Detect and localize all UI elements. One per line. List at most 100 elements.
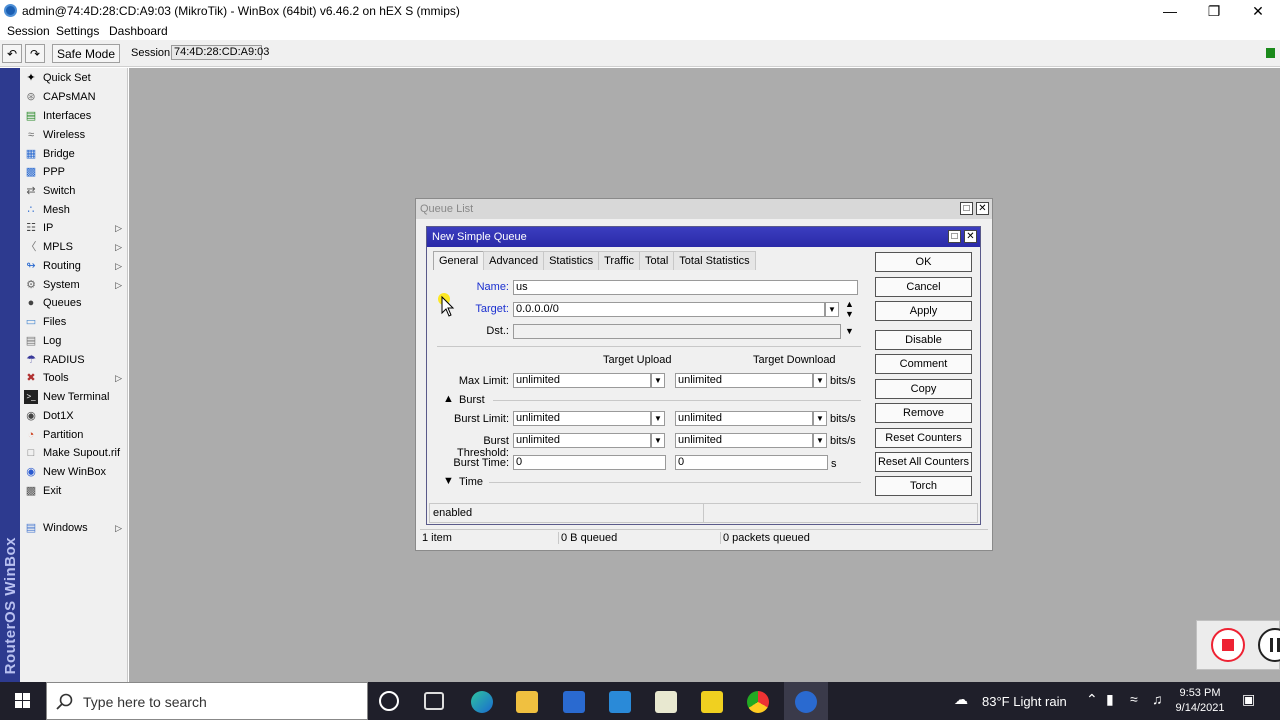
- burst-limit-download-dropdown[interactable]: ▼: [813, 411, 827, 426]
- menu-settings[interactable]: Settings: [56, 24, 99, 38]
- wifi-icon[interactable]: ≈: [1130, 691, 1138, 707]
- max-limit-download-input[interactable]: unlimited: [675, 373, 813, 388]
- start-button[interactable]: [0, 682, 46, 720]
- edge-browser-icon[interactable]: [471, 691, 493, 713]
- disable-button[interactable]: Disable: [875, 330, 972, 350]
- ok-button[interactable]: OK: [875, 252, 972, 272]
- name-input[interactable]: us: [513, 280, 858, 295]
- burst-limit-upload-input[interactable]: unlimited: [513, 411, 651, 426]
- winbox-taskbar-button[interactable]: [784, 682, 828, 720]
- remove-button[interactable]: Remove: [875, 403, 972, 423]
- redo-button[interactable]: ↷: [25, 44, 45, 63]
- queue-list-titlebar[interactable]: Queue List: [416, 199, 992, 219]
- file-explorer-icon[interactable]: [516, 691, 538, 713]
- sidebar-item-wireless[interactable]: ≈ Wireless: [24, 126, 126, 144]
- dialog-titlebar[interactable]: New Simple Queue: [427, 227, 980, 247]
- sidebar-item-partition[interactable]: ◔ Partition: [24, 426, 126, 444]
- store-icon[interactable]: [563, 691, 585, 713]
- burst-limit-upload-dropdown[interactable]: ▼: [651, 411, 665, 426]
- burst-time-download-input[interactable]: 0: [675, 455, 828, 470]
- target-dropdown-button[interactable]: ▼: [825, 302, 839, 317]
- burst-threshold-upload-dropdown[interactable]: ▼: [651, 433, 665, 448]
- tab-traffic[interactable]: Traffic: [598, 251, 641, 270]
- dst-input[interactable]: [513, 324, 841, 339]
- tab-total[interactable]: Total: [639, 251, 675, 270]
- sidebar-item-quick-set[interactable]: ✦ Quick Set: [24, 69, 126, 87]
- tab-general[interactable]: General: [433, 251, 485, 270]
- sidebar-item-tools[interactable]: ✖ Tools ▷: [24, 369, 126, 387]
- reset-all-counters-button[interactable]: Reset All Counters: [875, 452, 972, 472]
- chrome-icon[interactable]: [747, 691, 769, 713]
- sidebar-item-queues[interactable]: ● Queues: [24, 294, 126, 312]
- burst-time-upload-input[interactable]: 0: [513, 455, 666, 470]
- taskbar-search-box[interactable]: Type here to search: [46, 682, 368, 720]
- weather-text[interactable]: 83°F Light rain: [982, 694, 1067, 709]
- sidebar-item-bridge[interactable]: ▦ Bridge: [24, 145, 126, 163]
- close-icon[interactable]: ✕: [964, 230, 977, 243]
- menu-session[interactable]: Session: [7, 24, 50, 38]
- sidebar-item-make-supout[interactable]: □ Make Supout.rif: [24, 444, 126, 462]
- sidebar-item-log[interactable]: ▤ Log: [24, 332, 126, 350]
- sidebar-item-capsman[interactable]: ⊛ CAPsMAN: [24, 88, 126, 106]
- max-limit-download-dropdown[interactable]: ▼: [813, 373, 827, 388]
- max-limit-upload-dropdown[interactable]: ▼: [651, 373, 665, 388]
- sidebar-item-new-terminal[interactable]: >_ New Terminal: [24, 388, 126, 406]
- copy-button[interactable]: Copy: [875, 379, 972, 399]
- weather-icon[interactable]: ☁: [954, 691, 968, 708]
- burst-threshold-download-input[interactable]: unlimited: [675, 433, 813, 448]
- burst-section-label[interactable]: Burst: [459, 394, 485, 406]
- notepad-icon[interactable]: [655, 691, 677, 713]
- maximize-icon[interactable]: □: [960, 202, 973, 215]
- sidebar-item-mesh[interactable]: ∴ Mesh: [24, 201, 126, 219]
- tab-advanced[interactable]: Advanced: [483, 251, 545, 270]
- session-field[interactable]: 74:4D:28:CD:A9:03: [171, 45, 269, 60]
- sidebar-item-new-winbox[interactable]: ◉ New WinBox: [24, 463, 126, 481]
- collapse-icon[interactable]: ▲: [443, 393, 454, 405]
- sidebar-item-switch[interactable]: ⇄ Switch: [24, 182, 126, 200]
- sidebar-item-ppp[interactable]: ▩ PPP: [24, 163, 126, 181]
- burst-limit-download-input[interactable]: unlimited: [675, 411, 813, 426]
- volume-icon[interactable]: ♫: [1152, 691, 1163, 707]
- time-section-label[interactable]: Time: [459, 476, 483, 488]
- dst-dropdown-icon[interactable]: ▼: [845, 326, 854, 336]
- notifications-icon[interactable]: ▣: [1242, 691, 1255, 708]
- sidebar-item-windows[interactable]: ▤ Windows ▷: [24, 519, 126, 537]
- sidebar-item-files[interactable]: ▭ Files: [24, 313, 126, 331]
- comment-button[interactable]: Comment: [875, 354, 972, 374]
- tab-total-statistics[interactable]: Total Statistics: [673, 251, 756, 270]
- record-stop-icon[interactable]: [1211, 628, 1245, 662]
- task-view-icon[interactable]: [424, 692, 444, 710]
- undo-button[interactable]: ↶: [2, 44, 22, 63]
- safe-mode-button[interactable]: Safe Mode: [52, 44, 120, 63]
- sidebar-item-mpls[interactable]: 〈 MPLS ▷: [24, 238, 126, 256]
- menu-dashboard[interactable]: Dashboard: [109, 24, 168, 38]
- apply-button[interactable]: Apply: [875, 301, 972, 321]
- max-limit-upload-input[interactable]: unlimited: [513, 373, 651, 388]
- torch-button[interactable]: Torch: [875, 476, 972, 496]
- burst-threshold-download-dropdown[interactable]: ▼: [813, 433, 827, 448]
- chevron-up-icon[interactable]: ⌃: [1086, 691, 1098, 708]
- sidebar-item-system[interactable]: ⚙ System ▷: [24, 276, 126, 294]
- sticky-app-icon[interactable]: [701, 691, 723, 713]
- sidebar-item-radius[interactable]: ☂ RADIUS: [24, 351, 126, 369]
- minimize-button[interactable]: —: [1148, 0, 1192, 22]
- sidebar-item-ip[interactable]: ☷ IP ▷: [24, 219, 126, 237]
- new-simple-queue-dialog[interactable]: New Simple Queue □ ✕ General Advanced St…: [426, 226, 981, 525]
- restore-button[interactable]: ❐: [1192, 0, 1236, 22]
- sidebar-item-routing[interactable]: ↬ Routing ▷: [24, 257, 126, 275]
- close-button[interactable]: ✕: [1236, 0, 1280, 22]
- reset-counters-button[interactable]: Reset Counters: [875, 428, 972, 448]
- sidebar-item-exit[interactable]: ▩ Exit: [24, 482, 126, 500]
- cancel-button[interactable]: Cancel: [875, 277, 972, 297]
- target-input[interactable]: 0.0.0.0/0: [513, 302, 825, 317]
- target-updown-icon[interactable]: ▲ ▼: [845, 299, 854, 319]
- record-pause-icon[interactable]: [1258, 628, 1280, 662]
- mail-icon[interactable]: [609, 691, 631, 713]
- expand-icon[interactable]: ▼: [443, 475, 454, 487]
- clock[interactable]: 9:53 PM 9/14/2021: [1168, 686, 1232, 716]
- tab-statistics[interactable]: Statistics: [543, 251, 600, 270]
- burst-threshold-upload-input[interactable]: unlimited: [513, 433, 651, 448]
- sidebar-item-dot1x[interactable]: ◉ Dot1X: [24, 407, 126, 425]
- cortana-icon[interactable]: [379, 691, 399, 711]
- sidebar-item-interfaces[interactable]: ▤ Interfaces: [24, 107, 126, 125]
